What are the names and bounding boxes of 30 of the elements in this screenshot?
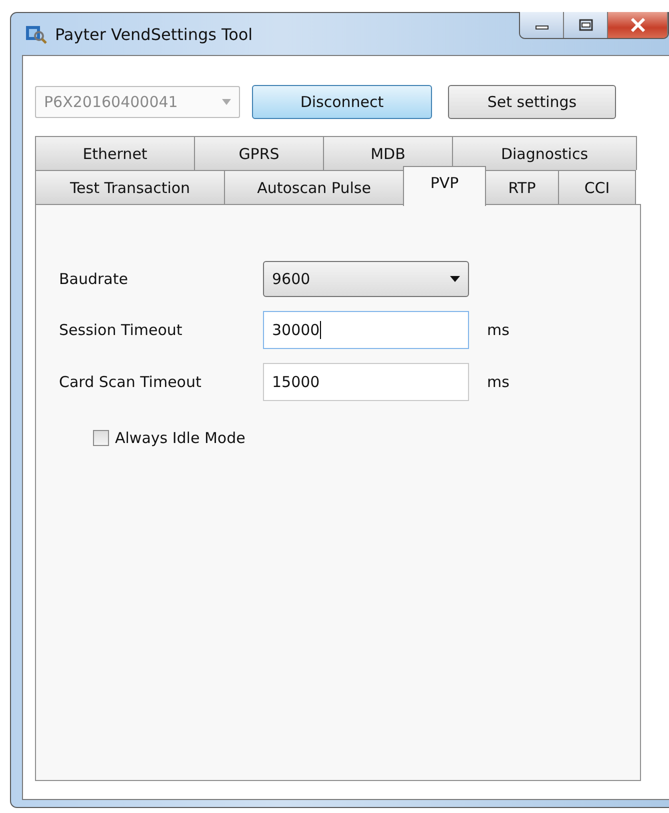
- minimize-button[interactable]: [520, 12, 564, 38]
- unit-label: ms: [486, 321, 509, 339]
- close-button[interactable]: [608, 12, 668, 38]
- tab[interactable]: GPRS: [194, 136, 324, 170]
- tab[interactable]: PVP: [403, 166, 486, 206]
- dropdown-arrow-icon: [222, 99, 231, 105]
- maximize-button[interactable]: [564, 12, 608, 38]
- close-icon: [628, 18, 646, 32]
- input-field[interactable]: 30000: [263, 311, 469, 349]
- field-label: Card Scan Timeout: [59, 373, 202, 391]
- tab[interactable]: Ethernet: [35, 136, 195, 170]
- disconnect-button[interactable]: Disconnect: [252, 85, 432, 119]
- tab[interactable]: RTP: [485, 170, 559, 204]
- tab[interactable]: CCI: [558, 170, 636, 204]
- input-field[interactable]: 15000: [263, 363, 469, 401]
- dropdown-arrow-icon: [450, 276, 460, 282]
- checkbox[interactable]: [93, 430, 109, 446]
- baudrate-dropdown[interactable]: 9600: [263, 261, 469, 297]
- field-label: Baudrate: [59, 270, 129, 288]
- tab[interactable]: MDB: [323, 136, 453, 170]
- checkbox-label: Always Idle Mode: [115, 429, 246, 447]
- field-label: Session Timeout: [59, 321, 184, 339]
- unit-label: ms: [486, 373, 509, 391]
- tab[interactable]: Autoscan Pulse: [224, 170, 404, 204]
- window-title: Payter VendSettings Tool: [55, 24, 253, 44]
- tab[interactable]: Diagnostics: [452, 136, 637, 170]
- app-icon: [25, 24, 47, 44]
- tab[interactable]: Test Transaction: [35, 170, 225, 204]
- set-settings-button[interactable]: Set settings: [448, 85, 616, 119]
- maximize-icon: [578, 18, 594, 32]
